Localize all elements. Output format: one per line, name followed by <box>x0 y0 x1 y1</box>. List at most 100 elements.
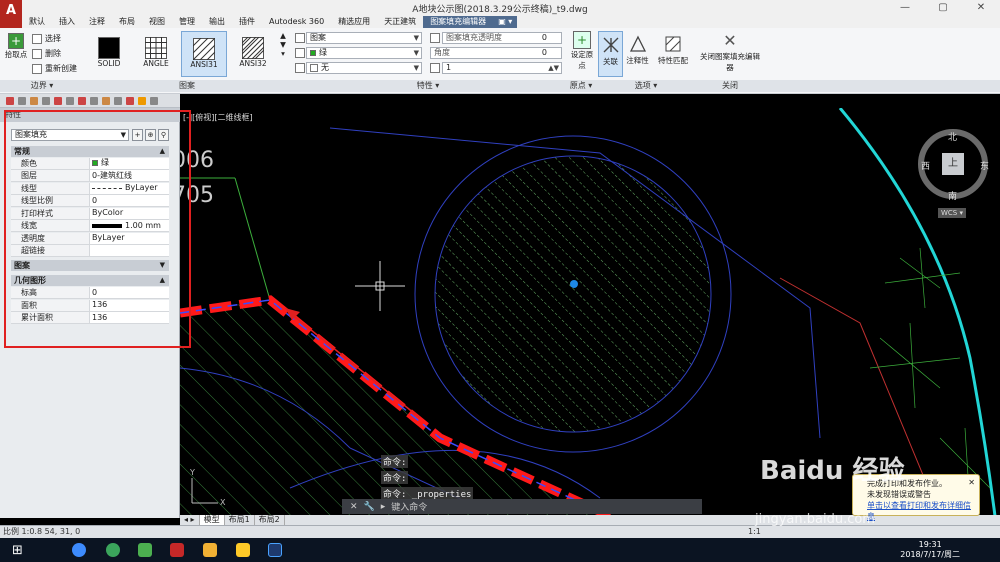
photoshop-icon[interactable] <box>268 543 282 557</box>
tab-autodesk360[interactable]: Autodesk 360 <box>262 16 331 28</box>
tab-insert[interactable]: 插入 <box>52 16 82 28</box>
pattern-scroll[interactable]: ▲ ▼ ▾ <box>279 31 287 58</box>
tab-hatch-editor[interactable]: 图案填充编辑器 <box>423 16 494 28</box>
tab-model[interactable]: 模型 <box>199 515 225 525</box>
tool-icon[interactable] <box>30 97 38 105</box>
layout-nav-arrows[interactable]: ◂ ▸ <box>180 515 200 525</box>
recreate-boundary-button[interactable]: 重新创建 <box>32 63 77 74</box>
hatch-color-select[interactable]: 绿 ▼ <box>306 47 422 59</box>
ucs-y-label: Y <box>190 468 195 477</box>
app-icon[interactable] <box>106 543 120 557</box>
tool-icon[interactable] <box>78 97 86 105</box>
autocad-icon[interactable] <box>170 543 184 557</box>
tab-extra[interactable]: ▣ ▾ <box>493 16 518 28</box>
close-x-icon: ✕ <box>723 31 737 50</box>
ucs-x-label: X <box>220 498 226 507</box>
tool-icon[interactable] <box>54 97 62 105</box>
background-color-select[interactable]: 无 ▼ <box>306 62 422 74</box>
tab-manage[interactable]: 管理 <box>172 16 202 28</box>
pick-points-button[interactable]: + 拾取点 <box>3 33 29 60</box>
set-origin-button[interactable]: + 设定原点 <box>568 31 596 71</box>
windows-start-icon[interactable]: ⊞ <box>12 543 23 558</box>
compass-south[interactable]: 南 <box>948 189 957 202</box>
tab-layout1[interactable]: 布局1 <box>225 515 255 525</box>
scale-field[interactable]: 1 ▲▼ <box>442 62 562 74</box>
tab-plugins[interactable]: 插件 <box>232 16 262 28</box>
tab-view[interactable]: 视图 <box>142 16 172 28</box>
close-notification-icon[interactable]: ✕ <box>968 477 975 488</box>
transparency-field[interactable]: 图案填充透明度 0 <box>442 32 562 44</box>
tool-icon[interactable] <box>6 97 14 105</box>
match-properties-button[interactable]: 特性匹配 <box>654 31 692 66</box>
hatch-type-select[interactable]: 图案 ▼ <box>306 32 422 44</box>
tool-icon[interactable] <box>18 97 26 105</box>
panel-label-options[interactable]: 选项 ▾ <box>596 80 696 92</box>
tool-icon[interactable] <box>42 97 50 105</box>
tool-icon[interactable] <box>126 97 134 105</box>
panel-label-origin[interactable]: 原点 ▾ <box>566 80 596 92</box>
annotation-scale[interactable]: 1:1 <box>748 526 761 538</box>
compass-west[interactable]: 西 <box>921 159 930 172</box>
wechat-icon[interactable] <box>138 543 152 557</box>
autocad-window: A地块公示图(2018.3.29公示终稿)_t9.dwg — ▢ ✕ A 默认 … <box>0 0 1000 562</box>
solid-pattern-icon <box>98 37 120 59</box>
tab-layout[interactable]: 布局 <box>112 16 142 28</box>
tool-icon[interactable] <box>150 97 158 105</box>
pattern-angle[interactable]: ANGLE <box>135 31 177 77</box>
pattern-ansi31[interactable]: ANSI31 <box>181 31 227 77</box>
tab-annotate[interactable]: 注释 <box>82 16 112 28</box>
associative-toggle[interactable]: 关联 <box>598 31 623 77</box>
ribbon-tabs: 默认 插入 注释 布局 视图 管理 输出 插件 Autodesk 360 精选应… <box>22 16 1000 28</box>
compass-east[interactable]: 东 <box>980 159 989 172</box>
app-icon[interactable] <box>236 543 250 557</box>
tab-default[interactable]: 默认 <box>22 16 52 28</box>
tool-icon[interactable] <box>66 97 74 105</box>
command-input[interactable]: 键入命令 <box>391 500 427 513</box>
angle-field[interactable]: 角度 0 <box>430 47 562 59</box>
baidu-watermark: Baidu 经验 <box>760 456 905 486</box>
plus-icon: + <box>8 33 24 49</box>
close-command-icon[interactable]: ✕ <box>350 502 358 512</box>
panel-label-boundary[interactable]: 边界 ▾ <box>0 80 84 92</box>
annotative-toggle[interactable]: 注释性 <box>625 31 650 66</box>
quick-toolbar <box>0 94 180 108</box>
viewport-controls[interactable]: [-][俯视][二维线框] <box>183 112 253 123</box>
plot-details-link[interactable]: 单击以查看打印和发布详细信息 <box>867 500 973 522</box>
remove-boundary-button[interactable]: 删除 <box>32 48 61 59</box>
tab-featured-apps[interactable]: 精选应用 <box>331 16 377 28</box>
highlight-annotation-box <box>4 110 191 348</box>
angle-pattern-icon <box>145 37 167 59</box>
wrench-icon[interactable]: 🔧 <box>364 502 375 512</box>
panel-label-properties[interactable]: 特性 ▾ <box>290 80 566 92</box>
compass-north[interactable]: 北 <box>948 130 957 143</box>
wcs-menu[interactable]: WCS ▾ <box>938 208 966 218</box>
windows-taskbar: ⊞ 19:31 2018/7/17/周二 <box>0 538 1000 562</box>
folder-icon[interactable] <box>203 543 217 557</box>
green-swatch <box>310 50 316 56</box>
close-hatch-editor-button[interactable]: ✕ 关闭图案填充编辑器 <box>700 31 760 73</box>
pattern-ansi32[interactable]: ANSI32 <box>231 31 275 77</box>
tool-icon[interactable] <box>138 97 146 105</box>
tool-icon[interactable] <box>102 97 110 105</box>
scale-icon <box>430 63 440 73</box>
ie-icon[interactable] <box>72 543 86 557</box>
window-controls: — ▢ ✕ <box>886 0 1000 16</box>
ansi32-pattern-icon <box>242 37 264 59</box>
panel-label-pattern: 图案 <box>179 81 195 90</box>
pattern-solid[interactable]: SOLID <box>88 31 130 77</box>
tab-layout2[interactable]: 布局2 <box>255 515 285 525</box>
transparency-icon <box>430 33 440 43</box>
maximize-button[interactable]: ▢ <box>924 0 962 16</box>
tab-output[interactable]: 输出 <box>202 16 232 28</box>
viewcube-top[interactable]: 上 <box>942 153 964 175</box>
tool-icon[interactable] <box>90 97 98 105</box>
tool-icon[interactable] <box>114 97 122 105</box>
app-menu-button[interactable]: A <box>0 0 22 28</box>
tab-tangent[interactable]: 天正建筑 <box>377 16 423 28</box>
minimize-button[interactable]: — <box>886 0 924 16</box>
system-clock[interactable]: 19:31 2018/7/17/周二 <box>900 540 960 560</box>
select-icon <box>32 33 42 44</box>
associative-icon <box>603 37 618 53</box>
select-boundary-button[interactable]: 选择 <box>32 33 61 44</box>
close-window-button[interactable]: ✕ <box>962 0 1000 16</box>
